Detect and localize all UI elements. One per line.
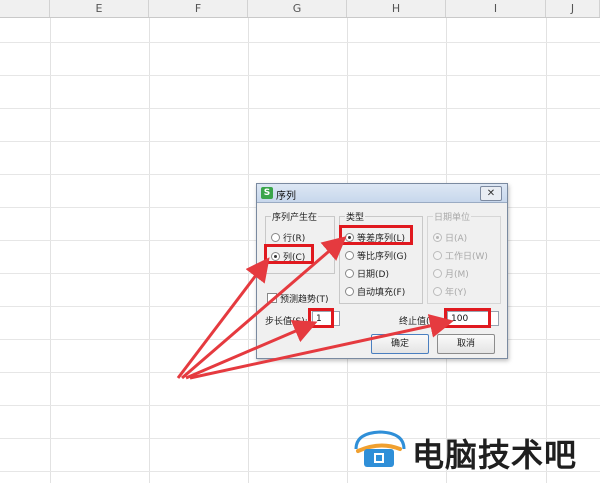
dialog-title: 序列 (276, 191, 296, 202)
column-header-bar: E F G H I J (0, 0, 600, 18)
grid-line (149, 18, 150, 483)
radio-icon (433, 287, 442, 296)
column-header-E[interactable]: E (50, 0, 149, 17)
highlight-stop-value (444, 308, 491, 328)
date-unit-day-label: 日(A) (445, 234, 468, 244)
date-unit-weekday-radio[interactable]: 工作日(W) (433, 249, 488, 262)
radio-icon (271, 233, 280, 242)
radio-icon (345, 287, 354, 296)
date-unit-year-radio[interactable]: 年(Y) (433, 285, 467, 298)
grid-line (248, 18, 249, 483)
grid-line (546, 18, 547, 483)
type-label: 类型 (345, 210, 366, 223)
app-icon: S (261, 187, 273, 199)
series-in-row-label: 行(R) (283, 234, 306, 244)
type-autofill-label: 自动填充(F) (357, 288, 406, 298)
grid-line (0, 405, 600, 406)
type-date-label: 日期(D) (357, 270, 389, 280)
close-button[interactable]: ✕ (480, 186, 502, 201)
ok-button[interactable]: 确定 (371, 334, 429, 354)
type-geometric-radio[interactable]: 等比序列(G) (345, 249, 407, 262)
date-unit-weekday-label: 工作日(W) (445, 252, 488, 262)
type-geometric-label: 等比序列(G) (357, 252, 407, 262)
grid-line (0, 174, 600, 175)
watermark-text: 电脑技术吧 (412, 436, 578, 474)
watermark-logo-icon (354, 430, 406, 467)
radio-icon (433, 251, 442, 260)
step-label: 步长值(S): (265, 317, 308, 327)
series-dialog: S 序列 ✕ 序列产生在 行(R) 列(C) 类型 等差序列(L) 等比序列(G… (256, 183, 508, 359)
column-header-D[interactable] (0, 0, 50, 17)
column-header-G[interactable]: G (248, 0, 347, 17)
grid-line (0, 141, 600, 142)
date-unit-year-label: 年(Y) (445, 288, 467, 298)
column-header-F[interactable]: F (149, 0, 248, 17)
highlight-step-value (308, 308, 334, 328)
date-unit-month-label: 月(M) (445, 270, 469, 280)
radio-icon (345, 251, 354, 260)
grid-line (0, 108, 600, 109)
highlight-arithmetic-option (339, 225, 413, 245)
grid-line (50, 18, 51, 483)
column-header-I[interactable]: I (446, 0, 546, 17)
cancel-button[interactable]: 取消 (437, 334, 495, 354)
grid-line (0, 75, 600, 76)
column-header-H[interactable]: H (347, 0, 446, 17)
column-header-J[interactable]: J (546, 0, 600, 17)
grid-line (0, 42, 600, 43)
type-autofill-radio[interactable]: 自动填充(F) (345, 285, 405, 298)
radio-selected-icon (433, 233, 442, 242)
checkbox-icon (267, 293, 277, 303)
date-unit-label: 日期单位 (433, 210, 472, 223)
date-unit-month-radio[interactable]: 月(M) (433, 267, 469, 280)
radio-icon (345, 269, 354, 278)
trend-label: 预测趋势(T) (280, 295, 329, 305)
radio-icon (433, 269, 442, 278)
date-unit-day-radio[interactable]: 日(A) (433, 231, 467, 244)
trend-checkbox[interactable]: 预测趋势(T) (267, 292, 329, 305)
series-in-label: 序列产生在 (271, 210, 319, 223)
highlight-column-option (264, 244, 314, 264)
grid-line (0, 372, 600, 373)
dialog-titlebar[interactable]: S 序列 ✕ (257, 184, 507, 203)
series-in-row-radio[interactable]: 行(R) (271, 231, 305, 244)
type-date-radio[interactable]: 日期(D) (345, 267, 389, 280)
stop-label: 终止值(O): (399, 317, 444, 327)
